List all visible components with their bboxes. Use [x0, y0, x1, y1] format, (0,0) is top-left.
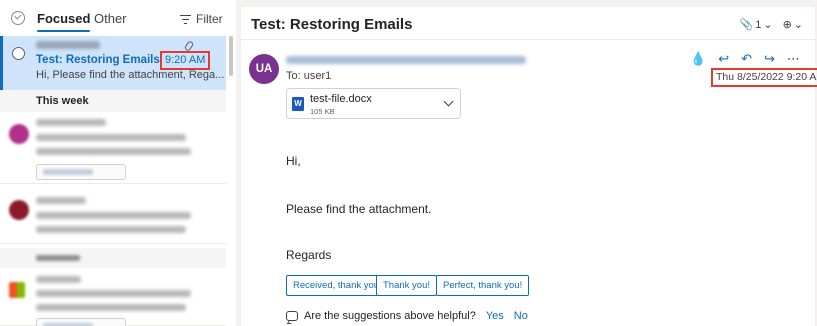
body-greeting: Hi,	[286, 154, 301, 168]
header-tools: 📎 1 ⌄ ⊕ ⌄	[739, 18, 803, 32]
sender-avatar[interactable]: UA	[249, 54, 279, 84]
suggestions-feedback: Are the suggestions above helpful? Yes N…	[286, 310, 528, 322]
message-actions: 💧 ↩ ↶ ↪ ⋯	[690, 51, 800, 67]
list-item[interactable]	[0, 112, 226, 184]
select-all-check-icon[interactable]	[11, 11, 25, 25]
sender-address-redacted[interactable]	[286, 56, 526, 64]
list-item[interactable]	[0, 188, 226, 244]
filter-label: Filter	[196, 12, 223, 26]
tab-focused[interactable]: Focused	[37, 11, 91, 32]
group-header-label: This week	[36, 95, 89, 107]
more-icon[interactable]: ⋯	[787, 51, 800, 67]
list-item[interactable]	[0, 270, 226, 326]
suggested-reply-3[interactable]: Perfect, thank you!	[436, 275, 530, 296]
suggested-reply-2[interactable]: Thank you!	[376, 275, 437, 296]
sender-name-redacted	[36, 197, 86, 204]
subject-redacted	[36, 134, 186, 141]
select-radio-icon[interactable]	[12, 47, 25, 60]
message-list-pane: Focused Other Filter Test: Restoring Ema…	[0, 0, 236, 326]
preview-redacted	[36, 226, 186, 233]
list-item-time: 9:20 AM	[160, 51, 211, 70]
reading-subject: Test: Restoring Emails	[251, 16, 413, 33]
feedback-yes-link[interactable]: Yes	[486, 310, 504, 322]
list-item-preview: Hi, Please find the attachment, Rega...	[36, 69, 225, 81]
list-scrollbar[interactable]	[229, 36, 233, 76]
filter-button[interactable]: Filter	[180, 12, 223, 26]
reply-icon[interactable]: ↩	[718, 51, 729, 67]
list-item-selected[interactable]: Test: Restoring Emails 9:20 AM Hi, Pleas…	[0, 36, 226, 90]
forward-icon[interactable]: ↪	[764, 51, 775, 67]
filter-icon	[180, 14, 191, 24]
attachment-chip[interactable]	[36, 164, 126, 180]
body-text: Please find the attachment.	[286, 202, 432, 216]
sender-name-redacted	[36, 276, 81, 283]
zoom-button[interactable]: ⊕ ⌄	[783, 18, 803, 31]
message-card: UA To: user1 💧 ↩ ↶ ↪ ⋯ Thu 8/25/2022 9:2…	[241, 39, 817, 326]
attachment-name: test-file.docx	[310, 93, 372, 105]
chevron-down-icon[interactable]	[443, 96, 454, 107]
sender-name-redacted	[36, 119, 106, 126]
avatar	[9, 124, 29, 144]
list-item-subject: Test: Restoring Emails	[36, 54, 160, 66]
feedback-icon	[286, 311, 298, 321]
suggested-reply-1[interactable]: Received, thank you.	[286, 275, 389, 296]
group-header-redacted	[0, 248, 226, 268]
message-date: Thu 8/25/2022 9:20 AM	[711, 68, 817, 87]
reading-pane: Test: Restoring Emails 📎 1 ⌄ ⊕ ⌄ UA To: …	[241, 7, 817, 326]
feedback-no-link[interactable]: No	[514, 310, 528, 322]
sensitivity-drop-icon[interactable]: 💧	[690, 51, 706, 67]
preview-redacted	[36, 148, 191, 155]
feedback-question: Are the suggestions above helpful?	[304, 310, 476, 322]
attachment-count-button[interactable]: 📎 1 ⌄	[739, 18, 773, 32]
chevron-down-icon: ⌄	[793, 19, 803, 31]
chevron-down-icon: ⌄	[763, 19, 773, 31]
word-doc-icon: W	[292, 97, 307, 111]
attachment-chip[interactable]	[36, 318, 126, 326]
body-closing: Regards	[286, 248, 332, 262]
tab-other[interactable]: Other	[94, 11, 127, 26]
attachment-card[interactable]: W test-file.docx 105 KB	[286, 88, 461, 119]
subject-redacted	[36, 290, 191, 297]
avatar	[9, 282, 25, 298]
reply-all-icon[interactable]: ↶	[741, 51, 752, 67]
preview-redacted	[36, 304, 186, 311]
attachment-count: 1	[755, 18, 762, 31]
to-line: To: user1	[286, 70, 332, 82]
avatar	[9, 200, 29, 220]
attachment-size: 105 KB	[310, 107, 335, 116]
subject-redacted	[36, 212, 191, 219]
group-header-this-week: This week	[0, 90, 226, 112]
sender-name-redacted	[36, 41, 100, 49]
zoom-icon: ⊕	[782, 19, 792, 31]
inbox-tabs: Focused Other Filter	[0, 0, 236, 36]
paperclip-icon: 📎	[739, 19, 754, 31]
